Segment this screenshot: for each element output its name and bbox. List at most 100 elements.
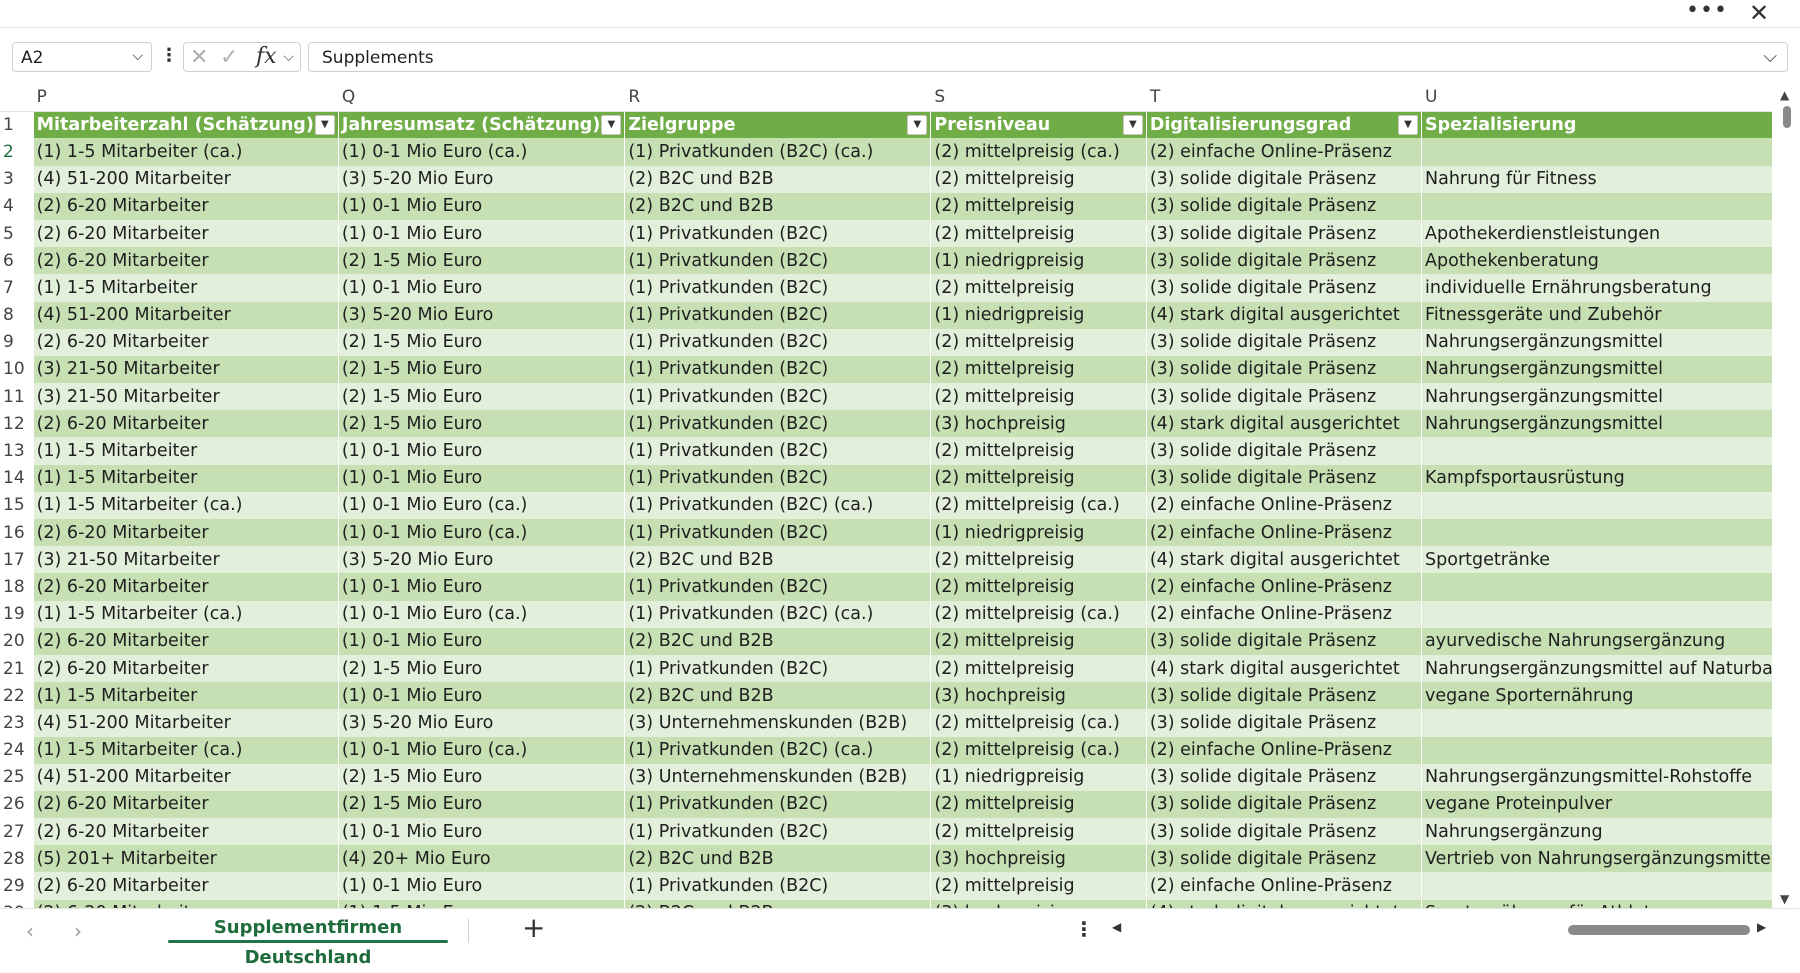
cell-u[interactable]: Apothekerdienstleistungen [1421,219,1800,248]
cell-u[interactable]: Apothekenberatung [1421,247,1800,275]
cell-s[interactable]: (2) mittelpreisig [930,654,1147,683]
cell-r[interactable]: (1) Privatkunden (B2C) (ca.) [624,138,932,166]
cell-s[interactable]: (2) mittelpreisig [930,274,1147,302]
row-number[interactable]: 2 [0,138,34,166]
previous-sheet-icon[interactable]: ‹ [26,919,34,943]
cell-s[interactable]: (2) mittelpreisig [930,790,1147,819]
cell-r[interactable]: (1) Privatkunden (B2C) [624,410,932,438]
cell-r[interactable]: (3) Unternehmenskunden (B2B) [624,709,932,737]
cell-u[interactable] [1421,872,1800,900]
cell-t[interactable]: (3) solide digitale Präsenz [1146,682,1423,710]
cell-s[interactable]: (1) niedrigpreisig [930,301,1147,329]
row-number[interactable]: 28 [0,845,34,873]
cell-u[interactable]: Vertrieb von Nahrungsergänzungsmitteln [1421,845,1800,873]
row-number[interactable]: 23 [0,709,34,737]
cell-u[interactable]: Nahrungsergänzungsmittel [1421,355,1800,384]
cell-r[interactable]: (2) B2C und B2B [624,845,932,873]
cell-s[interactable]: (3) hochpreisig [930,410,1147,438]
filter-dropdown-icon[interactable]: ▼ [601,114,622,135]
row-number[interactable]: 16 [0,519,34,547]
cell-s[interactable]: (2) mittelpreisig (ca.) [930,138,1147,166]
cell-s[interactable]: (2) mittelpreisig [930,355,1147,384]
cell-t[interactable]: (3) solide digitale Präsenz [1146,383,1423,411]
column-header-q[interactable]: Q [338,84,626,112]
formula-input[interactable]: Supplements ⌵ [308,42,1788,72]
cell-r[interactable]: (1) Privatkunden (B2C) [624,328,932,356]
cell-t[interactable]: (4) stark digital ausgerichtet [1146,410,1423,438]
cell-s[interactable]: (3) hochpreisig [930,845,1147,873]
row-number[interactable]: 11 [0,383,34,411]
row-number[interactable]: 27 [0,818,34,846]
cell-s[interactable]: (2) mittelpreisig (ca.) [930,709,1147,737]
chevron-down-icon[interactable]: ⌵ [132,48,143,64]
close-icon[interactable]: ✕ [1742,1,1776,27]
cell-t[interactable]: (2) einfache Online-Präsenz [1146,600,1423,628]
next-sheet-icon[interactable]: › [74,919,82,943]
select-all-corner[interactable] [0,84,34,112]
cell-s[interactable]: (2) mittelpreisig [930,192,1147,220]
row-number[interactable]: 29 [0,872,34,900]
cell-t[interactable]: (3) solide digitale Präsenz [1146,790,1423,819]
row-number[interactable]: 21 [0,654,34,683]
cell-s[interactable]: (2) mittelpreisig [930,328,1147,356]
filter-dropdown-icon[interactable]: ▼ [907,114,928,135]
cell-q[interactable]: (1) 0-1 Mio Euro (ca.) [338,491,626,519]
cell-q[interactable]: (2) 1-5 Mio Euro [338,355,626,384]
cell-p[interactable]: (2) 6-20 Mitarbeiter [33,654,339,683]
cell-r[interactable]: (1) Privatkunden (B2C) [624,383,932,411]
cell-t[interactable]: (2) einfache Online-Präsenz [1146,519,1423,547]
cell-r[interactable]: (1) Privatkunden (B2C) [624,355,932,384]
cell-q[interactable]: (1) 0-1 Mio Euro [338,627,626,655]
cell-p[interactable]: (2) 6-20 Mitarbeiter [33,192,339,220]
header-cell-s[interactable]: Preisniveau ▼ [930,111,1147,139]
cell-r[interactable]: (2) B2C und B2B [624,546,932,574]
cell-u[interactable]: individuelle Ernährungsberatung [1421,274,1800,302]
cell-q[interactable]: (1) 0-1 Mio Euro [338,274,626,302]
cell-t[interactable]: (3) solide digitale Präsenz [1146,192,1423,220]
add-sheet-icon[interactable]: + [522,911,545,944]
cell-u[interactable]: Nahrungsergänzung [1421,818,1800,846]
row-number[interactable]: 4 [0,192,34,220]
cell-p[interactable]: (5) 201+ Mitarbeiter [33,845,339,873]
cell-t[interactable]: (3) solide digitale Präsenz [1146,328,1423,356]
row-number[interactable]: 17 [0,546,34,574]
cell-q[interactable]: (1) 0-1 Mio Euro [338,219,626,248]
cell-s[interactable]: (2) mittelpreisig [930,219,1147,248]
cell-u[interactable] [1421,437,1800,465]
vertical-scrollbar[interactable]: ▲ ▼ [1772,84,1800,910]
cell-t[interactable]: (2) einfache Online-Präsenz [1146,573,1423,601]
cell-q[interactable]: (2) 1-5 Mio Euro [338,790,626,819]
row-number[interactable]: 6 [0,247,34,275]
cell-s[interactable]: (2) mittelpreisig [930,437,1147,465]
cell-p[interactable]: (2) 6-20 Mitarbeiter [33,818,339,846]
cell-u[interactable]: Kampfsportausrüstung [1421,464,1800,492]
filter-dropdown-icon[interactable]: ▼ [1398,114,1419,135]
column-header-t[interactable]: T [1146,84,1423,112]
scroll-up-icon[interactable]: ▲ [1780,88,1789,102]
filter-dropdown-icon[interactable]: ▼ [314,114,335,135]
cell-s[interactable]: (2) mittelpreisig (ca.) [930,491,1147,519]
cell-s[interactable]: (2) mittelpreisig (ca.) [930,736,1147,764]
cell-r[interactable]: (1) Privatkunden (B2C) [624,274,932,302]
cell-t[interactable]: (3) solide digitale Präsenz [1146,709,1423,737]
cell-s[interactable]: (2) mittelpreisig (ca.) [930,600,1147,628]
cell-s[interactable]: (2) mittelpreisig [930,464,1147,492]
spreadsheet-grid[interactable]: P Q R S T U 1 Mitarbeiterzahl (Schätzung)… [0,84,1800,910]
cell-r[interactable]: (1) Privatkunden (B2C) [624,247,932,275]
column-header-p[interactable]: P [33,84,339,112]
cell-u[interactable]: ayurvedische Nahrungsergänzung [1421,627,1800,655]
cell-t[interactable]: (4) stark digital ausgerichtet [1146,546,1423,574]
row-number[interactable]: 3 [0,165,34,193]
cell-r[interactable]: (1) Privatkunden (B2C) [624,573,932,601]
cell-r[interactable]: (2) B2C und B2B [624,165,932,193]
scroll-down-icon[interactable]: ▼ [1780,892,1789,906]
cell-t[interactable]: (2) einfache Online-Präsenz [1146,491,1423,519]
cell-p[interactable]: (1) 1-5 Mitarbeiter [33,274,339,302]
cell-u[interactable]: Nahrungsergänzungsmittel [1421,410,1800,438]
row-number[interactable]: 12 [0,410,34,438]
cell-q[interactable]: (4) 20+ Mio Euro [338,845,626,873]
cell-s[interactable]: (1) niedrigpreisig [930,247,1147,275]
cell-s[interactable]: (2) mittelpreisig [930,573,1147,601]
row-number[interactable]: 25 [0,763,34,791]
cell-p[interactable]: (2) 6-20 Mitarbeiter [33,573,339,601]
